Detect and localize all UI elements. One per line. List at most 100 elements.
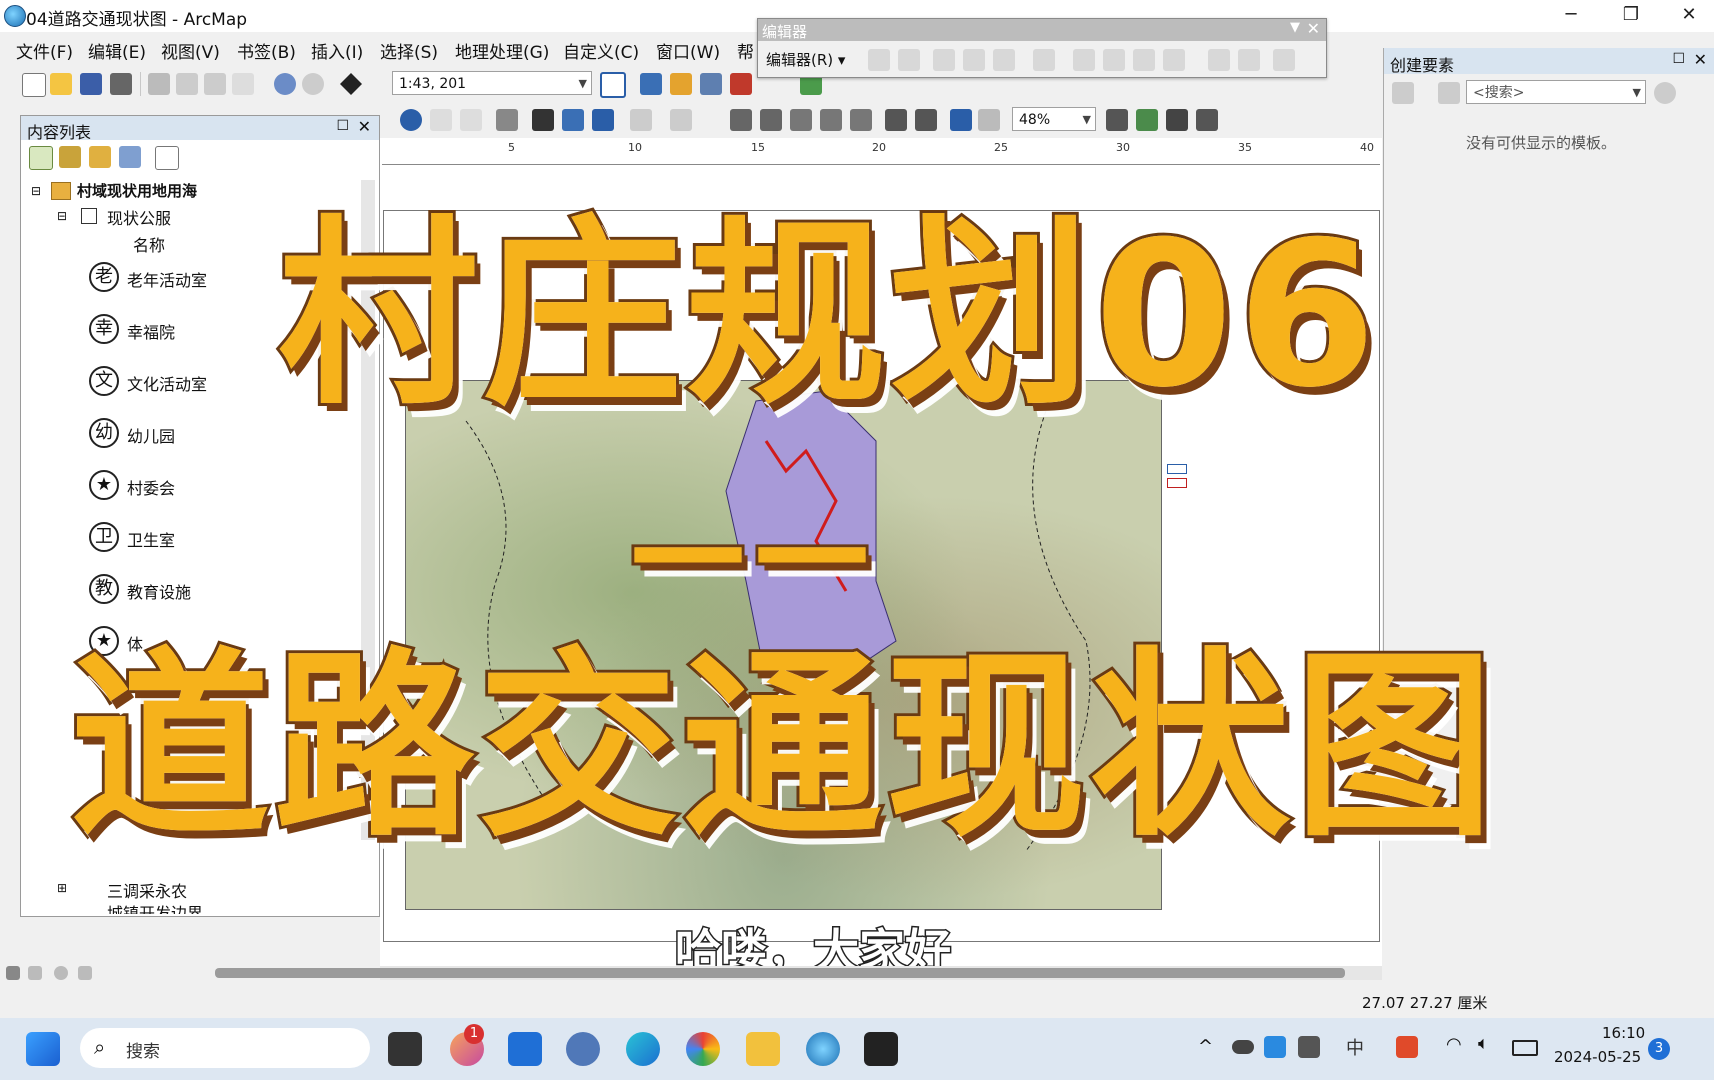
arctoolbox-icon[interactable] xyxy=(730,73,752,95)
change-layout-icon[interactable] xyxy=(1166,109,1188,131)
menu-insert[interactable]: 插入(I) xyxy=(311,38,363,63)
tray-app-icon[interactable] xyxy=(1264,1036,1286,1058)
edge-browser-icon[interactable] xyxy=(626,1032,660,1066)
clock-time[interactable]: 16:10 xyxy=(1602,1024,1645,1042)
maximize-button[interactable]: ❐ xyxy=(1602,0,1660,32)
new-document-icon[interactable] xyxy=(22,73,46,97)
windows-start-icon[interactable] xyxy=(26,1032,60,1066)
rotate-icon[interactable] xyxy=(1163,49,1185,71)
search-window-icon[interactable] xyxy=(700,73,722,95)
zoom-out-page-icon[interactable] xyxy=(760,109,782,131)
menu-geoprocessing[interactable]: 地理处理(G) xyxy=(455,38,549,63)
legend-label[interactable]: 幼儿园 xyxy=(127,423,175,447)
hyperlink-icon[interactable] xyxy=(430,109,452,131)
menu-selection[interactable]: 选择(S) xyxy=(380,38,438,63)
input-method-icon[interactable]: 中 xyxy=(1346,1034,1364,1060)
zoom-whole-page-icon[interactable] xyxy=(820,109,842,131)
add-data-icon[interactable] xyxy=(340,73,362,95)
sketch-properties-icon[interactable] xyxy=(1238,49,1260,71)
template-view-icon[interactable] xyxy=(1438,82,1460,104)
create-features-icon[interactable] xyxy=(1273,49,1295,71)
task-view-icon[interactable] xyxy=(388,1032,422,1066)
data-driven-pages-icon[interactable] xyxy=(1196,109,1218,131)
legend-label[interactable]: 卫生室 xyxy=(127,527,175,551)
fixed-zoom-out-icon[interactable] xyxy=(915,109,937,131)
attributes-icon[interactable] xyxy=(1208,49,1230,71)
edit-vertices-icon[interactable] xyxy=(1033,49,1055,71)
close-button[interactable]: ✕ xyxy=(1660,0,1714,32)
notification-count-badge[interactable]: 3 xyxy=(1648,1038,1670,1060)
scrollbar-thumb[interactable] xyxy=(215,968,1345,978)
chevron-down-icon[interactable]: ▼ xyxy=(1290,20,1300,35)
collapse-icon[interactable]: ⊟ xyxy=(57,209,67,223)
expand-icon[interactable]: ⊞ xyxy=(57,881,67,895)
legend-label[interactable]: 教育设施 xyxy=(127,579,191,603)
map-scale-combo[interactable]: 1:43, 201 ▼ xyxy=(392,71,592,95)
edit-annotation-icon[interactable] xyxy=(898,49,920,71)
print-icon[interactable] xyxy=(110,73,132,95)
zoom-100-icon[interactable] xyxy=(850,109,872,131)
toggle-draft-icon[interactable] xyxy=(1106,109,1128,131)
previous-extent-icon[interactable] xyxy=(950,109,972,131)
legend-label[interactable]: 文化活动室 xyxy=(127,371,207,395)
horizontal-scrollbar[interactable] xyxy=(215,966,1382,980)
collapse-icon[interactable]: ⊟ xyxy=(31,184,41,198)
layout-zoom-combo[interactable]: 48% ▼ xyxy=(1012,107,1096,131)
trace-icon[interactable] xyxy=(993,49,1015,71)
edit-tool-icon[interactable] xyxy=(868,49,890,71)
taskbar-search-box[interactable]: ⌕ 搜索 xyxy=(80,1028,370,1068)
time-slider-icon[interactable] xyxy=(630,109,652,131)
menu-help[interactable]: 帮 xyxy=(737,38,754,63)
end-point-arc-icon[interactable] xyxy=(963,49,985,71)
copy-icon[interactable] xyxy=(176,73,198,95)
find-route-icon[interactable] xyxy=(562,109,584,131)
wifi-icon[interactable]: ◠ xyxy=(1446,1034,1462,1055)
list-by-visibility-icon[interactable] xyxy=(89,146,111,168)
clock-date[interactable]: 2024-05-25 xyxy=(1554,1048,1641,1066)
onedrive-icon[interactable] xyxy=(1232,1040,1254,1054)
identify-icon[interactable] xyxy=(400,109,422,131)
editor-menu-button[interactable]: 编辑器(R) ▾ xyxy=(766,49,845,70)
legend-label[interactable]: 幸福院 xyxy=(127,319,175,343)
delete-icon[interactable] xyxy=(232,73,254,95)
pan-page-icon[interactable] xyxy=(790,109,812,131)
measure-icon[interactable] xyxy=(496,109,518,131)
create-viewer-icon[interactable] xyxy=(670,109,692,131)
maximize-icon[interactable]: ☐ xyxy=(1672,51,1685,67)
file-explorer-icon[interactable] xyxy=(746,1032,780,1066)
reshape-icon[interactable] xyxy=(1073,49,1095,71)
screen-recorder-icon[interactable] xyxy=(864,1032,898,1066)
minimize-button[interactable]: ─ xyxy=(1542,0,1600,32)
close-icon[interactable]: ✕ xyxy=(1307,19,1320,38)
layer-visibility-checkbox[interactable] xyxy=(81,208,97,224)
catalog-icon[interactable] xyxy=(670,73,692,95)
pc-manager-icon[interactable] xyxy=(508,1032,542,1066)
cut-polygon-icon[interactable] xyxy=(1103,49,1125,71)
open-folder-icon[interactable] xyxy=(50,73,72,95)
cut-icon[interactable] xyxy=(148,73,170,95)
list-by-selection-icon[interactable] xyxy=(119,146,141,168)
battery-icon[interactable] xyxy=(1512,1040,1538,1056)
organize-templates-icon[interactable] xyxy=(1392,82,1414,104)
list-by-drawing-order-icon[interactable] xyxy=(29,146,53,170)
go-to-xy-icon[interactable] xyxy=(592,109,614,131)
options-icon[interactable] xyxy=(155,146,179,170)
find-icon[interactable] xyxy=(532,109,554,131)
close-icon[interactable]: ✕ xyxy=(358,117,371,136)
chrome-browser-icon[interactable] xyxy=(686,1032,720,1066)
sync-icon[interactable] xyxy=(1298,1036,1320,1058)
network-app-icon[interactable] xyxy=(566,1032,600,1066)
paste-icon[interactable] xyxy=(204,73,226,95)
legend-label[interactable]: 老年活动室 xyxy=(127,267,207,291)
fixed-zoom-in-icon[interactable] xyxy=(885,109,907,131)
volume-icon[interactable]: 🔈︎ xyxy=(1478,1033,1489,1054)
arcmap-taskbar-icon[interactable] xyxy=(806,1032,840,1066)
zoom-in-page-icon[interactable] xyxy=(730,109,752,131)
table-of-contents-icon[interactable] xyxy=(640,73,662,95)
redo-icon[interactable] xyxy=(302,73,324,95)
template-search-input[interactable]: <搜索> ▼ xyxy=(1466,80,1646,104)
search-icon[interactable] xyxy=(1654,82,1676,104)
layer-name[interactable]: 现状公服 xyxy=(107,205,171,229)
straight-segment-icon[interactable] xyxy=(933,49,955,71)
wps-icon[interactable] xyxy=(1396,1036,1418,1058)
